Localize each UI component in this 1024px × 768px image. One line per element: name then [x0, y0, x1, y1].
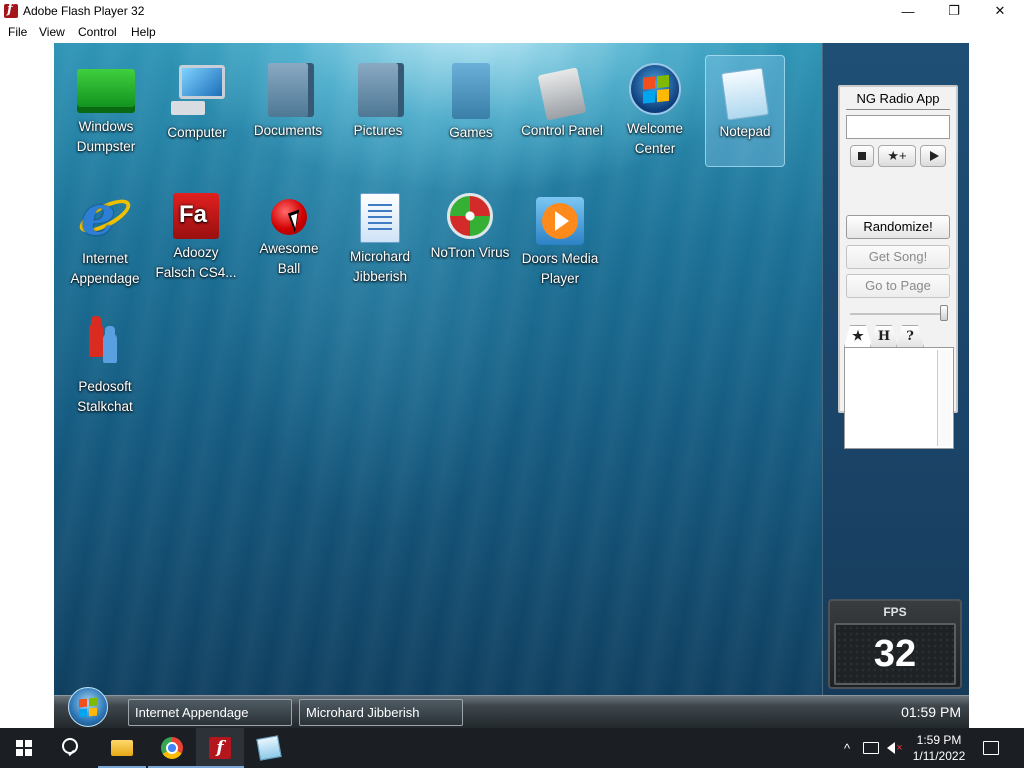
icon-label: Internet Appendage — [70, 251, 140, 286]
dumpster-icon — [77, 69, 135, 113]
search-icon[interactable] — [48, 728, 96, 768]
desktop-icon-documents[interactable]: Documents — [246, 63, 330, 141]
chrome-icon[interactable] — [148, 728, 196, 768]
desktop-icon-awesome-ball[interactable]: Awesome Ball — [247, 189, 331, 279]
radio-title: NG Radio App — [856, 91, 940, 106]
icon-label: Pictures — [353, 123, 403, 138]
icon-label: Pedosoft Stalkchat — [77, 379, 133, 414]
taskbar-button-microhard-jibberish[interactable]: Microhard Jibberish — [299, 699, 463, 726]
control-panel-icon — [537, 67, 587, 121]
taskbar-button-internet-appendage[interactable]: Internet Appendage — [128, 699, 292, 726]
scrollbar[interactable] — [937, 350, 951, 446]
fps-label: FPS — [883, 605, 907, 619]
icon-label: Documents — [253, 123, 323, 138]
icon-label: Awesome Ball — [259, 241, 319, 276]
tray-overflow-chevron-icon[interactable]: ^ — [838, 728, 856, 768]
fps-display: 32 — [834, 623, 956, 685]
icon-label: NoTron Virus — [430, 245, 510, 260]
emulated-clock: 01:59 PM — [901, 704, 961, 720]
maximize-button[interactable]: ❐ — [931, 0, 977, 22]
clock-time: 1:59 PM — [916, 733, 962, 747]
host-taskbar: ^ 1:59 PM 1/11/2022 — [0, 728, 1024, 768]
notification-center-icon[interactable] — [976, 728, 1006, 768]
desktop-icon-adoozy-falsch[interactable]: Adoozy Falsch CS4... — [154, 189, 238, 283]
emulated-desktop: Windows Dumpster Computer Documents Pict… — [54, 43, 822, 695]
volume-slider-thumb[interactable] — [940, 305, 948, 321]
desktop-icon-control-panel[interactable]: Control Panel — [520, 63, 604, 141]
volume-muted-icon[interactable] — [884, 728, 906, 768]
notepad-taskbar-icon[interactable] — [245, 728, 293, 768]
icon-label: Games — [449, 125, 493, 140]
randomize-button[interactable]: Randomize! — [846, 215, 950, 239]
desktop-icon-games[interactable]: Games — [429, 63, 513, 143]
divider — [846, 109, 950, 110]
desktop-icon-windows-dumpster[interactable]: Windows Dumpster — [64, 63, 148, 157]
antivirus-icon — [447, 193, 493, 239]
icon-label: Windows Dumpster — [76, 119, 136, 154]
radio-song-list[interactable] — [844, 347, 954, 449]
icon-label: Adoozy Falsch CS4... — [155, 245, 237, 280]
desktop-icon-pedosoft-stalkchat[interactable]: Pedosoft Stalkchat — [63, 315, 147, 417]
minimize-button[interactable]: — — [885, 0, 931, 22]
computer-icon — [169, 63, 225, 119]
desktop-icon-notepad[interactable]: Notepad — [705, 55, 785, 167]
desktop-icon-pictures[interactable]: Pictures — [336, 63, 420, 141]
play-button[interactable] — [920, 145, 946, 167]
tab-favorites[interactable]: ★ — [844, 325, 872, 347]
menu-view[interactable]: View — [39, 25, 65, 39]
flash-player-taskbar-icon[interactable] — [196, 728, 244, 768]
icon-label: Computer — [167, 125, 227, 140]
menu-control[interactable]: Control — [78, 25, 117, 39]
adobe-flash-icon — [173, 193, 219, 239]
radio-search-input[interactable] — [846, 115, 950, 139]
menu-help[interactable]: Help — [131, 25, 156, 39]
desktop-icon-internet-appendage[interactable]: e Internet Appendage — [63, 183, 147, 289]
clock-date: 1/11/2022 — [912, 749, 966, 763]
fps-counter: FPS 32 — [828, 599, 962, 689]
desktop-icon-welcome-center[interactable]: Welcome Center — [613, 63, 697, 159]
desktop-icon-computer[interactable]: Computer — [155, 63, 239, 143]
documents-icon — [268, 63, 308, 117]
icon-label: Microhard Jibberish — [349, 249, 411, 284]
window-titlebar: Adobe Flash Player 32 — ❐ ✕ — [0, 0, 1024, 22]
icon-label: Notepad — [719, 124, 771, 139]
games-icon — [452, 63, 490, 119]
start-orb-icon[interactable] — [68, 687, 108, 727]
tab-history[interactable]: H — [870, 325, 898, 347]
menu-bar: File View Control Help — [0, 22, 1024, 42]
flash-player-icon — [4, 2, 18, 18]
windows-start-icon[interactable] — [0, 728, 48, 768]
menu-file[interactable]: File — [8, 25, 27, 39]
desktop-icon-doors-media-player[interactable]: Doors Media Player — [518, 193, 602, 289]
emulated-taskbar: Internet Appendage Microhard Jibberish 0… — [54, 687, 969, 728]
close-button[interactable]: ✕ — [977, 0, 1023, 22]
volume-slider-track[interactable] — [850, 313, 944, 315]
system-clock[interactable]: 1:59 PM 1/11/2022 — [906, 728, 972, 768]
media-player-icon — [536, 197, 584, 245]
icon-label: Doors Media Player — [521, 251, 599, 286]
get-song-button[interactable]: Get Song! — [846, 245, 950, 269]
flash-stage: Windows Dumpster Computer Documents Pict… — [54, 43, 969, 728]
chat-people-icon — [83, 315, 127, 373]
window-title: Adobe Flash Player 32 — [23, 4, 145, 18]
add-favorite-button[interactable]: ★+ — [878, 145, 916, 167]
welcome-center-icon — [629, 63, 681, 115]
file-explorer-icon[interactable] — [98, 728, 146, 768]
desktop-icon-microhard-jibberish[interactable]: Microhard Jibberish — [338, 189, 422, 287]
notepad-icon — [720, 67, 770, 121]
ng-radio-app: NG Radio App ★+ Randomize! Get Song! Go … — [838, 85, 958, 449]
stop-button[interactable] — [850, 145, 874, 167]
icon-label: Control Panel — [521, 123, 603, 138]
icon-label: Welcome Center — [626, 121, 684, 156]
desktop-icon-notron-virus[interactable]: NoTron Virus — [428, 189, 512, 263]
document-icon — [360, 193, 400, 243]
pictures-icon — [358, 63, 398, 117]
internet-explorer-icon: e — [75, 183, 135, 247]
fps-value: 32 — [873, 633, 917, 675]
go-to-page-button[interactable]: Go to Page — [846, 274, 950, 298]
tab-help[interactable]: ? — [896, 325, 924, 347]
network-icon[interactable] — [860, 728, 882, 768]
